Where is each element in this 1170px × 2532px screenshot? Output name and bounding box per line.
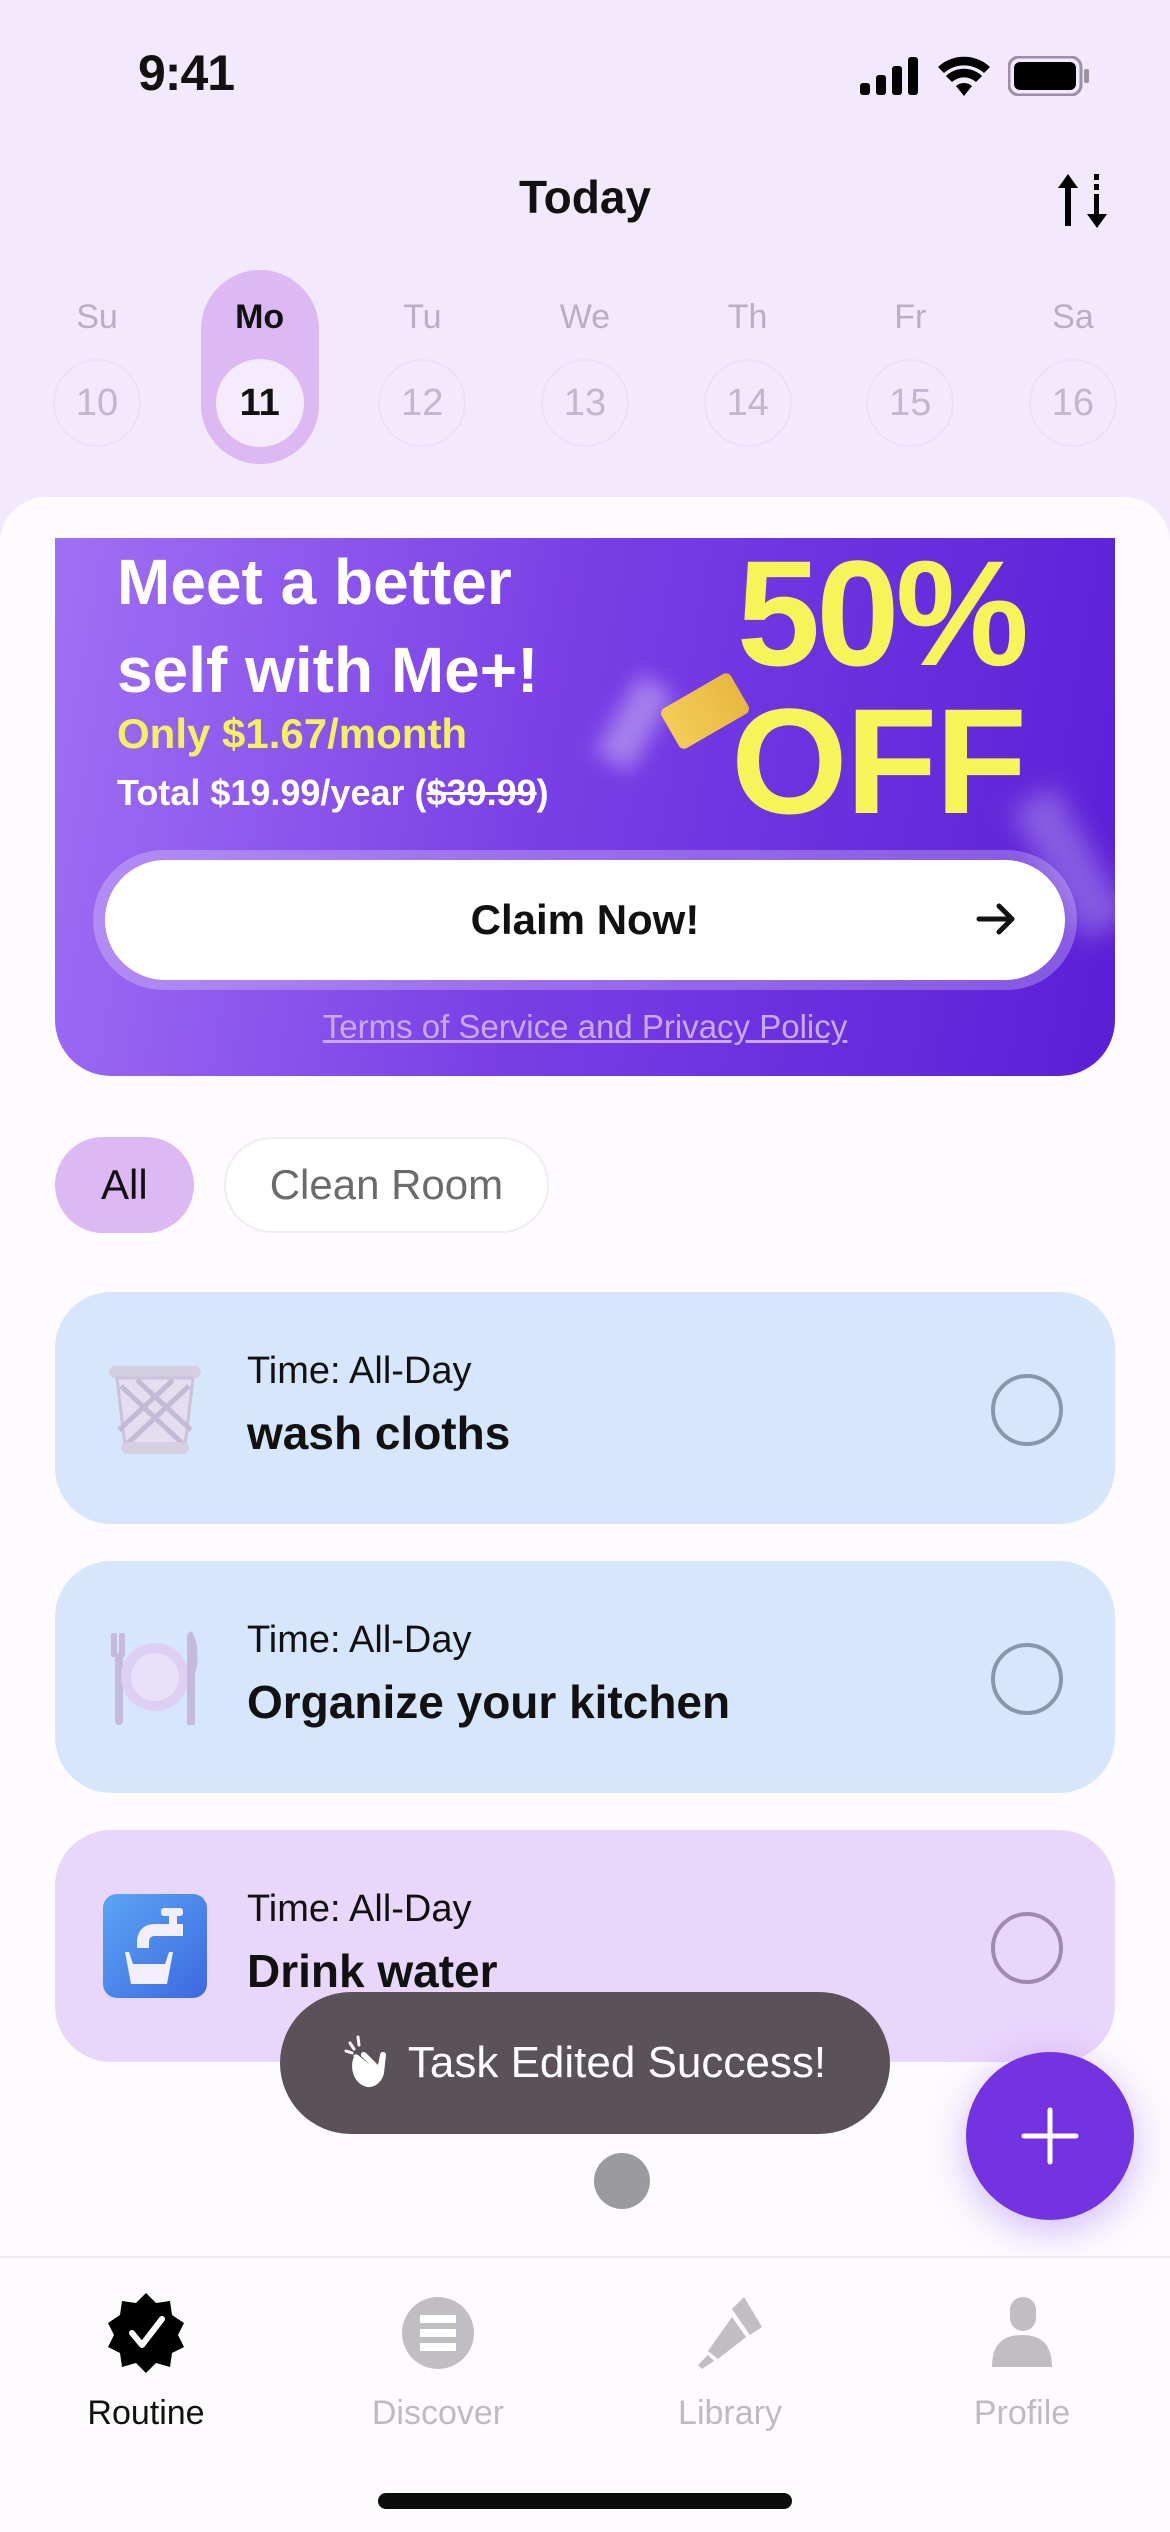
day-name: Mo [235, 298, 285, 336]
page-indicator-dot [594, 2153, 650, 2209]
promo-headline-line1: Meet a better [117, 546, 512, 618]
task-card[interactable]: Time: All-Day Organize your kitchen [55, 1561, 1115, 1793]
day-name: We [559, 298, 611, 336]
tab-profile[interactable]: Profile [876, 2288, 1168, 2433]
day-number: 15 [866, 359, 955, 447]
day-number: 12 [378, 359, 467, 447]
badge-check-icon [108, 2293, 184, 2373]
sort-arrows-icon [1058, 174, 1107, 228]
promo-discount-word: OFF [731, 677, 1027, 845]
status-bar: 9:41 [0, 0, 1170, 150]
filter-chip-clean-room[interactable]: Clean Room [223, 1137, 550, 1233]
day-monday[interactable]: Mo 11 [200, 270, 319, 464]
day-number: 16 [1028, 359, 1117, 447]
promo-total-suffix: ) [536, 772, 549, 813]
promo-total-price: Total $19.99/year ($39.99) [117, 772, 549, 814]
tab-routine[interactable]: Routine [0, 2288, 292, 2433]
day-name: Th [727, 298, 768, 336]
wifi-icon [938, 56, 990, 96]
water-tap-icon [103, 1894, 207, 1998]
task-title: wash cloths [247, 1407, 511, 1459]
toast-message: Task Edited Success! [407, 2038, 827, 2087]
task-time: Time: All-Day [247, 1350, 472, 1392]
day-friday[interactable]: Fr 15 [851, 270, 969, 464]
promo-headline-line2: self with Me+! [117, 634, 539, 706]
tab-bar: Routine Discover Library Profile [0, 2256, 1170, 2532]
terms-privacy-link[interactable]: Terms of Service and Privacy Policy [55, 1008, 1115, 1046]
week-strip: Su 10 Mo 11 Tu 12 We 13 Th 14 Fr 15 Sa 1… [38, 270, 1132, 470]
tab-label: Library [678, 2394, 782, 2432]
tab-label: Discover [371, 2394, 505, 2432]
task-complete-checkbox[interactable] [991, 1374, 1063, 1446]
claim-now-button[interactable]: Claim Now! [105, 860, 1065, 980]
day-number: 11 [215, 359, 304, 447]
add-task-button[interactable] [966, 2052, 1134, 2220]
day-tuesday[interactable]: Tu 12 [363, 270, 481, 464]
toast-notification: Task Edited Success! [280, 1992, 890, 2134]
snap-fingers-icon [344, 2035, 386, 2088]
promo-monthly-price: Only $1.67/month [117, 710, 468, 757]
status-icons [860, 56, 1090, 96]
task-time: Time: All-Day [247, 1888, 472, 1930]
tab-label: Routine [87, 2394, 205, 2432]
sort-button[interactable] [1054, 170, 1114, 230]
day-thursday[interactable]: Th 14 [689, 270, 807, 464]
arrow-right-icon [976, 903, 1015, 935]
day-name: Tu [403, 298, 442, 336]
day-name: Fr [894, 298, 927, 336]
page-title: Today [518, 171, 652, 223]
claim-now-label: Claim Now! [470, 896, 700, 943]
task-time: Time: All-Day [247, 1619, 472, 1661]
plus-icon [1021, 2107, 1079, 2165]
day-name: Sa [1052, 298, 1094, 336]
home-indicator [378, 2493, 792, 2509]
claim-button-frame: Claim Now! [93, 850, 1077, 990]
task-title: Organize your kitchen [247, 1676, 731, 1728]
promo-banner[interactable]: Meet a better self with Me+! Only $1.67/… [55, 538, 1115, 1076]
task-card[interactable]: Time: All-Day wash cloths [55, 1292, 1115, 1524]
promo-discount: 50% [736, 538, 1029, 697]
laundry-basket-icon [109, 1366, 201, 1454]
person-icon [992, 2297, 1052, 2367]
task-title: Drink water [247, 1945, 498, 1997]
task-complete-checkbox[interactable] [991, 1643, 1063, 1715]
plate-cutlery-icon [111, 1631, 198, 1725]
task-complete-checkbox[interactable] [991, 1912, 1063, 1984]
promo-original-price: $39.99 [426, 772, 537, 813]
signal-icon [860, 57, 918, 95]
filter-chips: All Clean Room [55, 1137, 550, 1233]
tab-discover[interactable]: Discover [292, 2288, 584, 2433]
day-sunday[interactable]: Su 10 [38, 270, 156, 464]
day-wednesday[interactable]: We 13 [526, 270, 644, 464]
day-saturday[interactable]: Sa 16 [1014, 270, 1132, 464]
tab-library[interactable]: Library [584, 2288, 876, 2433]
day-number: 14 [703, 359, 792, 447]
discover-icon [402, 2297, 474, 2369]
tab-label: Profile [973, 2394, 1071, 2432]
status-time: 9:41 [138, 45, 235, 101]
day-number: 13 [540, 359, 629, 447]
day-number: 10 [53, 359, 141, 447]
day-name: Su [76, 298, 118, 336]
filter-chip-all[interactable]: All [55, 1137, 194, 1233]
battery-icon [1008, 56, 1089, 96]
library-brush-icon [698, 2297, 762, 2369]
promo-headline: Meet a better self with Me+! [117, 538, 677, 714]
promo-total-prefix: Total $19.99/year ( [117, 772, 427, 813]
